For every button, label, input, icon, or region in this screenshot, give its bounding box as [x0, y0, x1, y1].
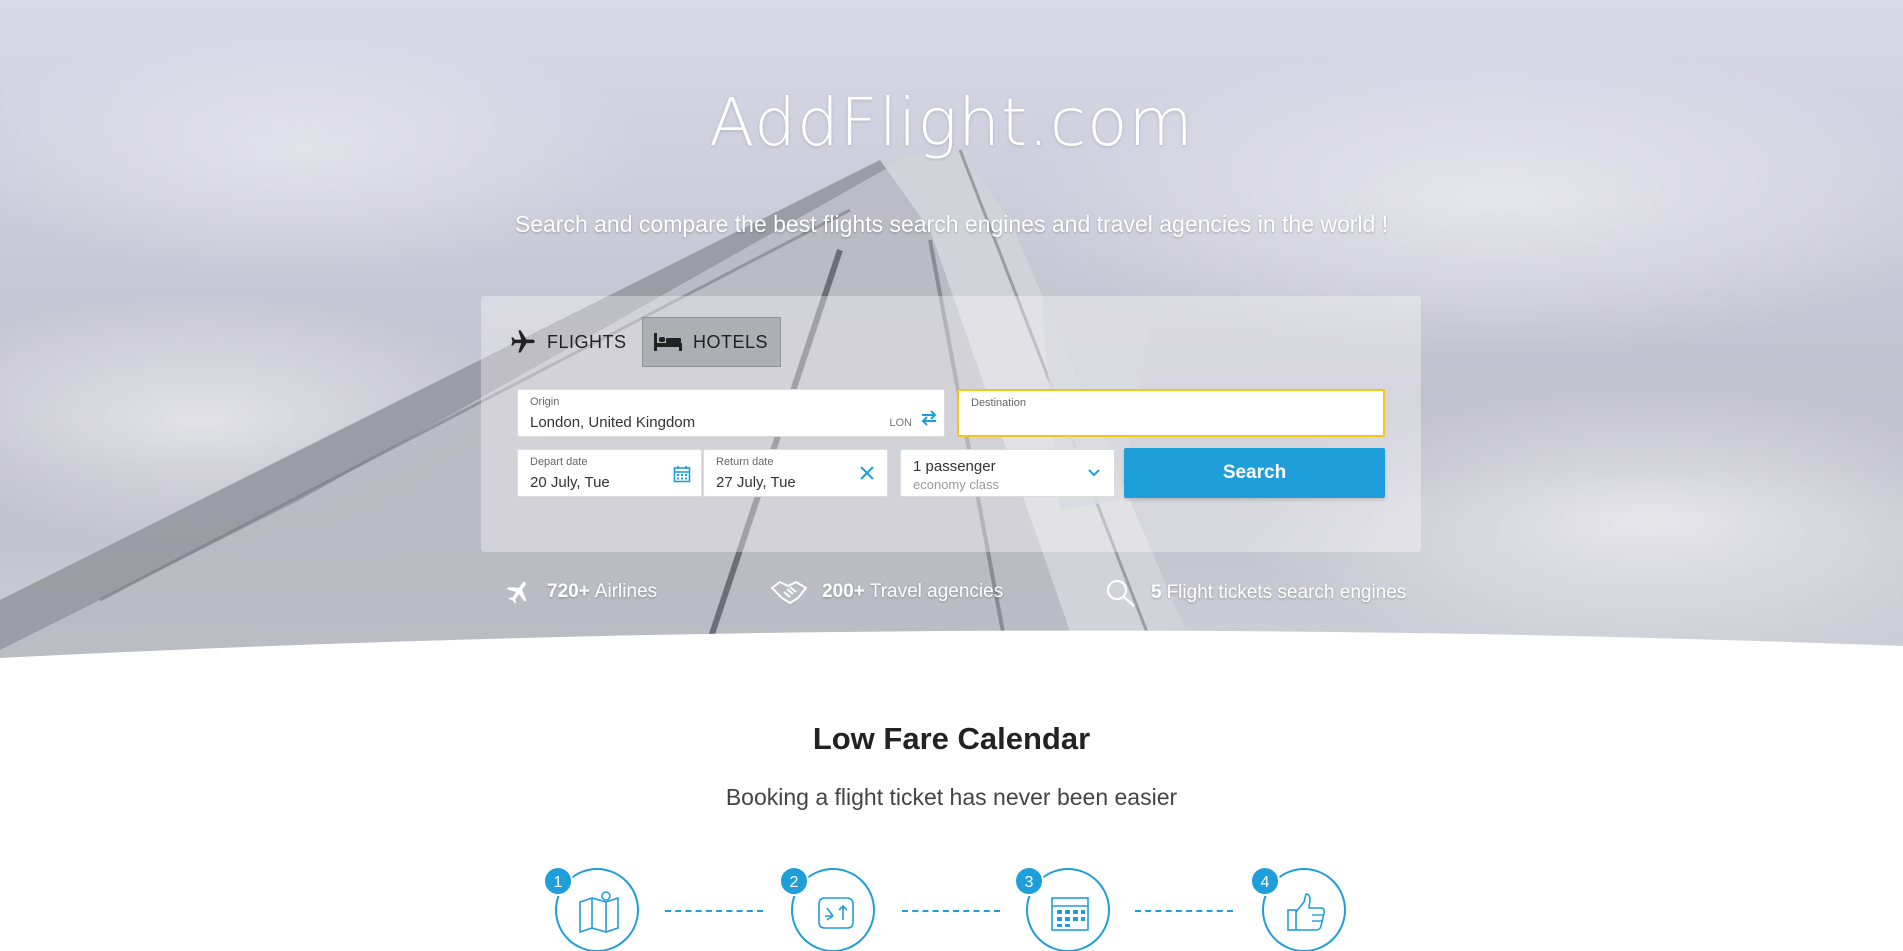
- chevron-down-icon[interactable]: [1088, 469, 1100, 477]
- origin-value[interactable]: London, United Kingdom: [530, 414, 695, 431]
- stat-engines-label: Flight tickets search engines: [1166, 582, 1407, 603]
- stat-agencies-label: Travel agencies: [869, 581, 1004, 602]
- step-number: 4: [1250, 866, 1280, 896]
- passengers-count: 1 passenger: [913, 458, 996, 475]
- hero-bottom-curve: [0, 630, 1903, 670]
- close-icon[interactable]: [859, 465, 875, 481]
- stat-engines-count: 5: [1151, 582, 1162, 603]
- tagline: Search and compare the best flights sear…: [514, 211, 1389, 237]
- section-subtitle: Booking a flight ticket has never been e…: [725, 784, 1178, 810]
- step-3: 3: [1014, 866, 1110, 951]
- step-number: 2: [779, 866, 809, 896]
- origin-label: Origin: [530, 396, 560, 408]
- return-date-field[interactable]: Return date 27 July, Tue: [703, 449, 888, 497]
- calendar-icon[interactable]: [673, 465, 691, 483]
- airplane-icon: [511, 330, 535, 353]
- section-title: Low Fare Calendar: [812, 721, 1091, 756]
- step-connector: [902, 910, 1000, 912]
- passengers-select[interactable]: 1 passenger economy class: [900, 449, 1115, 497]
- stat-airlines: 720+ Airlines: [505, 578, 657, 606]
- step-connector: [1135, 910, 1233, 912]
- hero-section: AddFlight.com Search and compare the bes…: [0, 0, 1903, 670]
- depart-date-field[interactable]: Depart date 20 July, Tue: [517, 449, 702, 497]
- cabin-class: economy class: [913, 477, 999, 492]
- step-1: 1: [543, 866, 639, 951]
- stat-travel-agencies: 200+ Travel agencies: [770, 578, 1003, 606]
- handshake-icon: [770, 580, 808, 605]
- destination-field[interactable]: Destination: [957, 389, 1385, 437]
- exchange-icon: [818, 897, 854, 929]
- bed-icon: [654, 333, 682, 351]
- swap-icon[interactable]: [920, 410, 938, 426]
- depart-date-value: 20 July, Tue: [530, 474, 610, 491]
- tab-flights[interactable]: FLIGHTS: [509, 317, 639, 367]
- stat-airlines-count: 720+: [547, 581, 590, 602]
- calendar-icon: [1051, 897, 1089, 931]
- search-icon: [1107, 580, 1135, 607]
- return-date-value: 27 July, Tue: [716, 474, 796, 491]
- step-2: 2: [779, 866, 875, 951]
- depart-date-label: Depart date: [530, 456, 588, 468]
- origin-code: LON: [889, 417, 912, 429]
- search-panel: FLIGHTS HOTELS Origin London, United Kin…: [481, 296, 1421, 552]
- step-connector: [665, 910, 763, 912]
- step-number: 1: [543, 866, 573, 896]
- brand-title[interactable]: AddFlight.com: [0, 84, 1903, 161]
- return-date-label: Return date: [716, 456, 774, 468]
- airplane-icon: [506, 581, 527, 604]
- tab-flights-label: FLIGHTS: [547, 331, 627, 352]
- map-pin-icon: [579, 891, 619, 934]
- search-button[interactable]: Search: [1124, 448, 1385, 498]
- step-number: 3: [1014, 866, 1044, 896]
- stat-agencies-count: 200+: [822, 581, 865, 602]
- tab-hotels[interactable]: HOTELS: [642, 317, 781, 367]
- tab-hotels-label: HOTELS: [693, 331, 769, 352]
- destination-label: Destination: [971, 397, 1027, 409]
- stat-airlines-label: Airlines: [594, 581, 658, 602]
- origin-field[interactable]: Origin London, United Kingdom LON: [517, 389, 945, 437]
- thumbs-up-icon: [1287, 893, 1325, 931]
- stat-search-engines: 5 Flight tickets search engines: [1105, 578, 1406, 608]
- step-4: 4: [1250, 866, 1346, 951]
- destination-input[interactable]: [971, 413, 1371, 433]
